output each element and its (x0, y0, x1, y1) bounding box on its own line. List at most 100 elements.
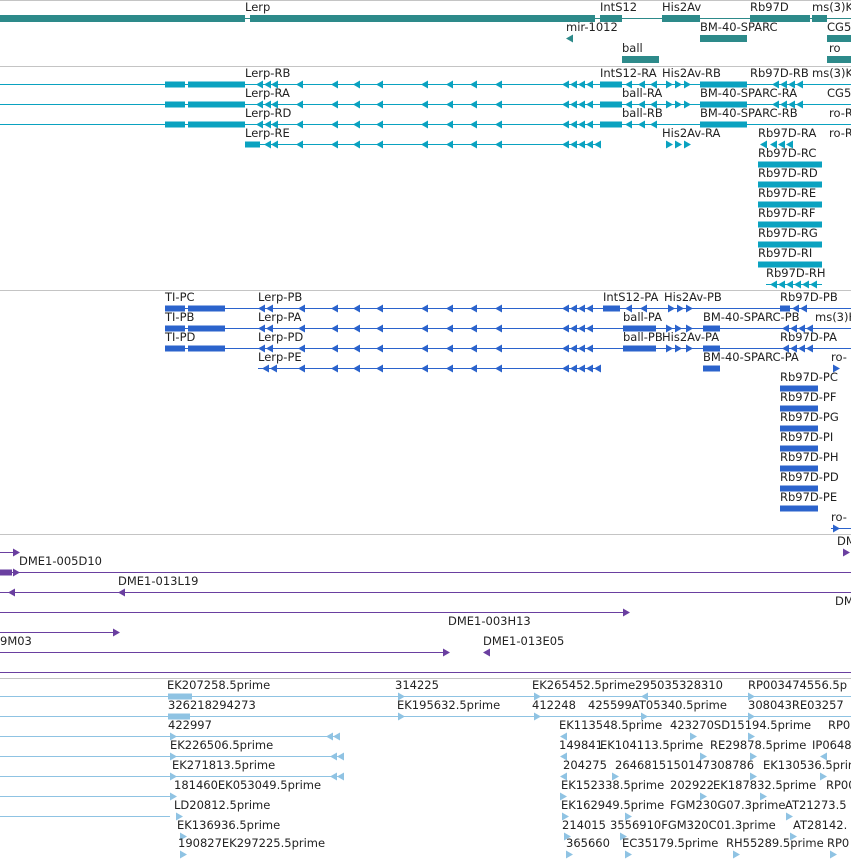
feature-label[interactable]: 314225 (395, 679, 439, 692)
feature-label[interactable]: Rb97D-RB (750, 67, 809, 80)
feature-label[interactable]: His2Av (662, 1, 701, 14)
feature-label[interactable]: Lerp-PE (258, 351, 302, 364)
feature-exon[interactable] (0, 569, 12, 576)
feature-label[interactable]: Rb97D-PH (780, 451, 839, 464)
feature-label[interactable]: TI-PC (165, 291, 195, 304)
feature-label[interactable]: Rb97D-PA (780, 331, 837, 344)
feature-exon[interactable] (188, 81, 245, 88)
feature-label[interactable]: EC35179.5prime (622, 837, 718, 850)
feature-exon[interactable] (250, 15, 595, 22)
feature-label[interactable]: ro- (831, 511, 847, 524)
feature-label[interactable]: EK271813.5prime (172, 759, 275, 772)
feature-label[interactable]: BM-40-SPARC-RA (700, 87, 797, 100)
feature-label[interactable]: Rb97D-RH (766, 267, 826, 280)
feature-exon[interactable] (703, 365, 720, 372)
feature-label[interactable]: Lerp-RE (245, 127, 290, 140)
feature-exon[interactable] (165, 121, 185, 128)
feature-label[interactable]: TI-PB (165, 311, 194, 324)
feature-label[interactable]: Lerp-PA (258, 311, 302, 324)
feature-label[interactable]: CG5 (827, 87, 851, 100)
feature-label[interactable]: Lerp-RA (245, 87, 290, 100)
feature-label[interactable]: Rb97D-RC (758, 147, 816, 160)
feature-exon[interactable] (827, 56, 851, 63)
feature-label[interactable]: Rb97D-RI (758, 247, 812, 260)
feature-label[interactable]: EK162949.5prime (561, 799, 664, 812)
feature-exon[interactable] (165, 345, 185, 352)
feature-exon[interactable] (600, 121, 622, 128)
feature-label[interactable]: Rb97D-RF (758, 207, 816, 220)
feature-label[interactable]: 425599AT05340.5prime (588, 699, 727, 712)
feature-label[interactable]: EK136936.5prime (177, 819, 280, 832)
feature-label[interactable]: BM-40-SPARC-PB (703, 311, 800, 324)
feature-label[interactable]: Rb97D-PB (780, 291, 838, 304)
feature-label[interactable]: DME1-005D10 (19, 555, 102, 568)
track-cds[interactable]: TI-PC Lerp-PB IntS12-PA His2Av-PB Rb97D-PB TI… (0, 290, 851, 534)
feature-exon[interactable] (780, 505, 818, 512)
feature-label[interactable]: Lerp-RD (245, 107, 291, 120)
feature-label[interactable]: Rb97D (750, 1, 789, 14)
feature-label[interactable]: 202922 (670, 779, 714, 792)
feature-label[interactable]: RE29878.5prime (710, 739, 806, 752)
feature-label[interactable]: Rb97D-PG (780, 411, 839, 424)
feature-label[interactable]: EK113548.5prime (559, 719, 662, 732)
feature-label[interactable]: ro (829, 42, 841, 55)
feature-label[interactable]: 214015 (562, 819, 606, 832)
feature-exon[interactable] (188, 345, 225, 352)
feature-exon[interactable] (600, 81, 622, 88)
feature-label[interactable]: His2Av-PB (664, 291, 722, 304)
feature-label[interactable]: ms(3)K81 (812, 67, 851, 80)
feature-label[interactable]: Rb97D-PE (780, 491, 837, 504)
feature-label[interactable]: ball-PB (623, 331, 663, 344)
feature-label[interactable]: BM-40-SPARC-PA (703, 351, 799, 364)
feature-label[interactable]: 9M03 (0, 635, 32, 648)
feature-label[interactable]: 308043RE03257 (748, 699, 844, 712)
feature-exon[interactable] (165, 81, 185, 88)
feature-label[interactable]: CG5 (827, 21, 851, 34)
feature-label[interactable]: 2646815150147308786 (615, 759, 754, 772)
feature-label[interactable]: DME (835, 595, 851, 608)
feature-label[interactable]: AT28142. (793, 819, 847, 832)
feature-label[interactable]: Rb97D-RE (758, 187, 816, 200)
feature-label[interactable]: Rb97D-PD (780, 471, 839, 484)
feature-label[interactable]: 181460EK053049.5prime (174, 779, 321, 792)
feature-label[interactable]: His2Av-RA (662, 127, 720, 140)
feature-label[interactable]: Lerp-PB (258, 291, 302, 304)
feature-label[interactable]: DME (837, 535, 851, 548)
feature-label[interactable]: Lerp-RB (245, 67, 290, 80)
feature-label[interactable]: Rb97D-RA (758, 127, 816, 140)
feature-exon[interactable] (165, 101, 185, 108)
feature-label[interactable]: IntS12-PA (603, 291, 658, 304)
feature-label[interactable]: His2Av-RB (662, 67, 721, 80)
track-clones[interactable]: DME DME1-005D10 DME1-013L19 DME DME1-003H13 D… (0, 534, 851, 678)
feature-label[interactable]: IntS12 (600, 1, 637, 14)
feature-label[interactable]: EK195632.5prime (397, 699, 500, 712)
feature-label[interactable]: ms(3)K81 (812, 1, 851, 14)
feature-label[interactable]: ball-PA (623, 311, 662, 324)
feature-exon[interactable] (603, 305, 620, 312)
feature-exon[interactable] (0, 15, 245, 22)
feature-label[interactable]: His2Av-PA (662, 331, 719, 344)
feature-label[interactable]: Rb97D-RG (758, 227, 818, 240)
feature-label[interactable]: Rb97D-PF (780, 391, 836, 404)
feature-label[interactable]: RH55289.5prime (726, 837, 824, 850)
feature-label[interactable]: ball-RA (622, 87, 662, 100)
feature-exon[interactable] (623, 345, 656, 352)
feature-label[interactable]: 149841 (559, 739, 603, 752)
feature-label[interactable]: Rb97D-PC (780, 371, 838, 384)
feature-exon[interactable] (245, 141, 260, 148)
track-ests[interactable]: EK207258.5prime 314225 EK265452.5prime2950… (0, 678, 851, 862)
feature-label[interactable]: ball (622, 42, 643, 55)
feature-label[interactable]: FGM230G07.3prime (670, 799, 785, 812)
feature-label[interactable]: BM-40-SPARC-RB (700, 107, 798, 120)
feature-label[interactable]: 326218294273 (168, 699, 256, 712)
feature-label[interactable]: Lerp (245, 1, 270, 14)
feature-label[interactable]: EK265452.5prime295035328310 (532, 679, 723, 692)
feature-exon[interactable] (812, 15, 827, 22)
feature-label[interactable]: Rb97D-PI (780, 431, 833, 444)
feature-label[interactable]: 204275 (563, 759, 607, 772)
feature-label[interactable]: BM-40-SPARC (700, 21, 778, 34)
feature-label[interactable]: RP003474556.5p (748, 679, 847, 692)
feature-label[interactable]: EK207258.5prime (167, 679, 270, 692)
feature-label[interactable]: EK104113.5prime (600, 739, 703, 752)
feature-label[interactable]: DME1-013E05 (483, 635, 564, 648)
